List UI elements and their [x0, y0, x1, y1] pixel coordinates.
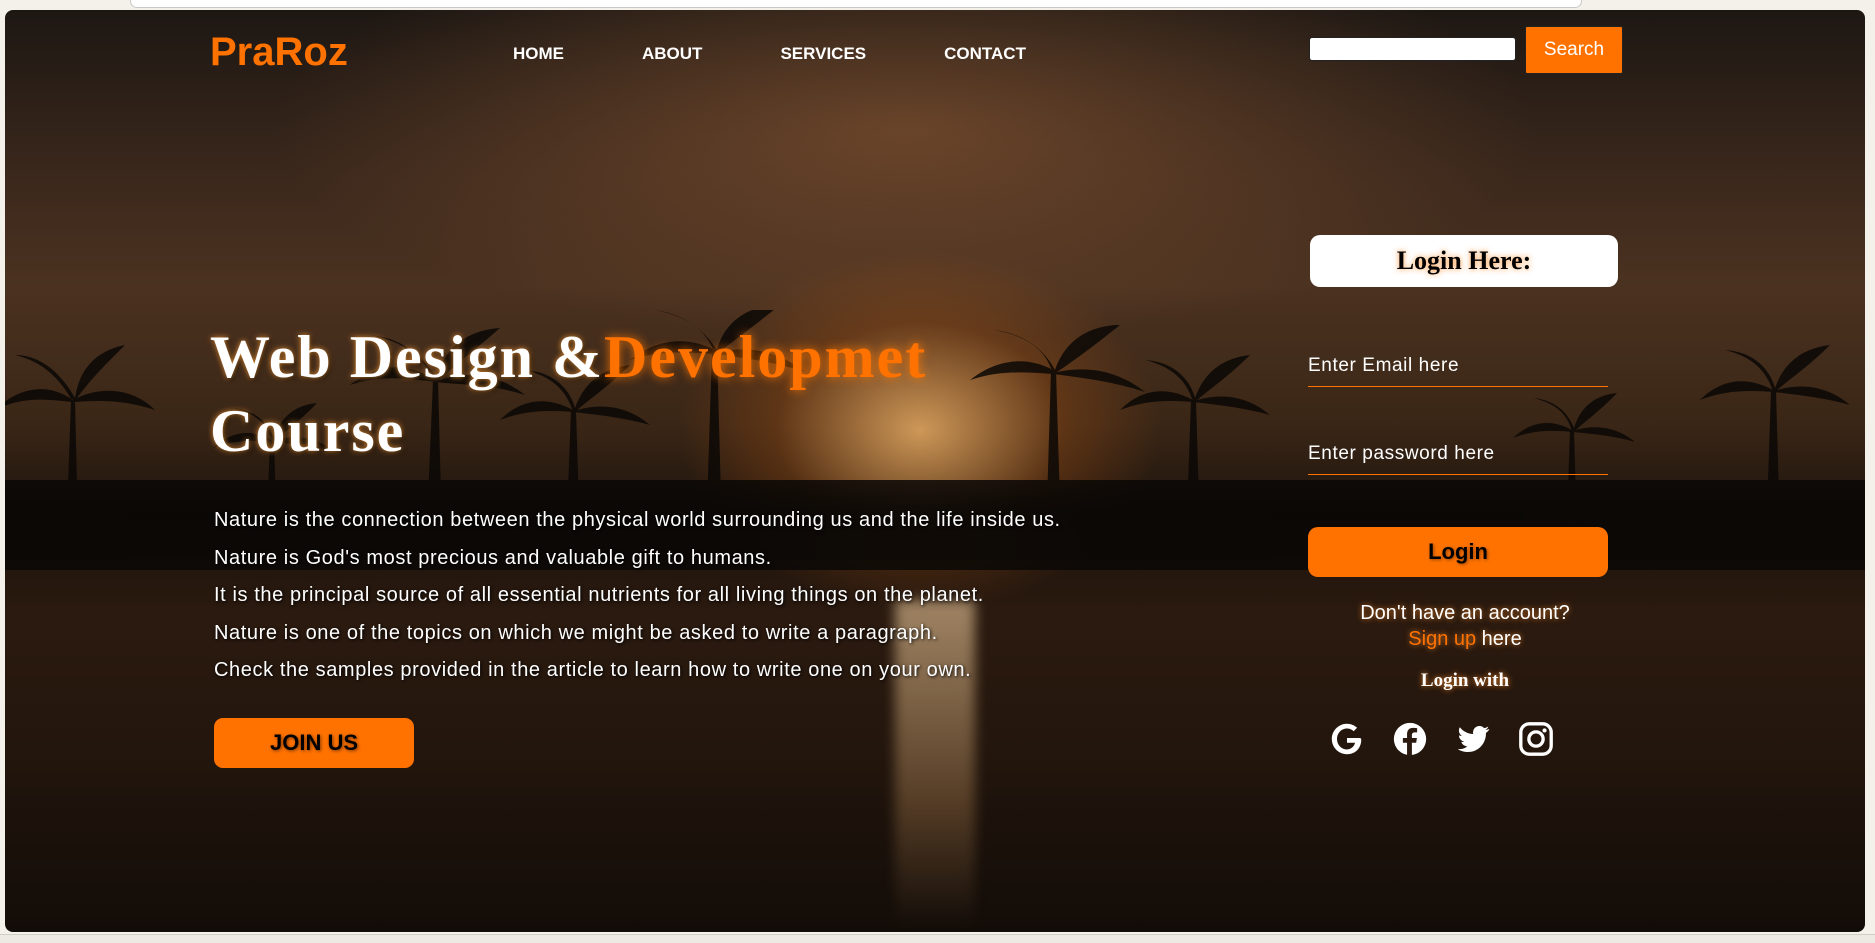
hero-paragraph: It is the principal source of all essent… — [214, 584, 984, 606]
hero-paragraph: Nature is the connection between the phy… — [214, 509, 1061, 531]
hero-title: Web Design &Developmet Course — [210, 320, 1090, 468]
no-account-text: Don't have an account? — [1360, 602, 1570, 624]
google-icon[interactable] — [1328, 720, 1366, 758]
hero-title-accent: Developmet — [604, 324, 928, 390]
nav-about[interactable]: ABOUT — [642, 44, 702, 64]
hero-title-end: Course — [210, 398, 406, 464]
signup-prompt: Don't have an account? Sign up here — [1310, 600, 1620, 652]
login-with-label: Login with — [1420, 670, 1510, 691]
hero-background: PraRoz HOME ABOUT SERVICES CONTACT Searc… — [5, 10, 1865, 932]
nav-home[interactable]: HOME — [513, 44, 564, 64]
search-button[interactable]: Search — [1525, 26, 1623, 74]
signup-link[interactable]: Sign up — [1408, 628, 1476, 650]
instagram-icon[interactable] — [1517, 720, 1555, 758]
page-content: PraRoz HOME ABOUT SERVICES CONTACT Searc… — [5, 10, 1865, 932]
password-field[interactable] — [1308, 434, 1608, 475]
join-us-button[interactable]: JOIN US — [214, 718, 414, 768]
social-login-icons — [1328, 720, 1555, 758]
signup-suffix: here — [1476, 628, 1522, 650]
hero-title-main: Web Design & — [210, 324, 605, 390]
hero-paragraph: Nature is God's most precious and valuab… — [214, 546, 772, 569]
main-nav: HOME ABOUT SERVICES CONTACT — [513, 44, 1104, 64]
browser-top-strip — [130, 0, 1582, 8]
login-button[interactable]: Login — [1308, 527, 1608, 577]
login-heading: Login Here: — [1310, 235, 1618, 287]
facebook-icon[interactable] — [1391, 720, 1429, 758]
email-field[interactable] — [1308, 346, 1608, 387]
hero-paragraph: Nature is one of the topics on which we … — [214, 621, 938, 644]
signup-line: Sign up here — [1310, 626, 1620, 652]
nav-services[interactable]: SERVICES — [780, 44, 866, 64]
twitter-icon[interactable] — [1454, 720, 1492, 758]
hero-paragraph: Check the samples provided in the articl… — [214, 659, 972, 681]
nav-contact[interactable]: CONTACT — [944, 44, 1026, 64]
site-logo[interactable]: PraRoz — [210, 30, 348, 75]
search-input[interactable] — [1309, 37, 1516, 61]
hero-description: Nature is the connection between the phy… — [214, 502, 1214, 690]
